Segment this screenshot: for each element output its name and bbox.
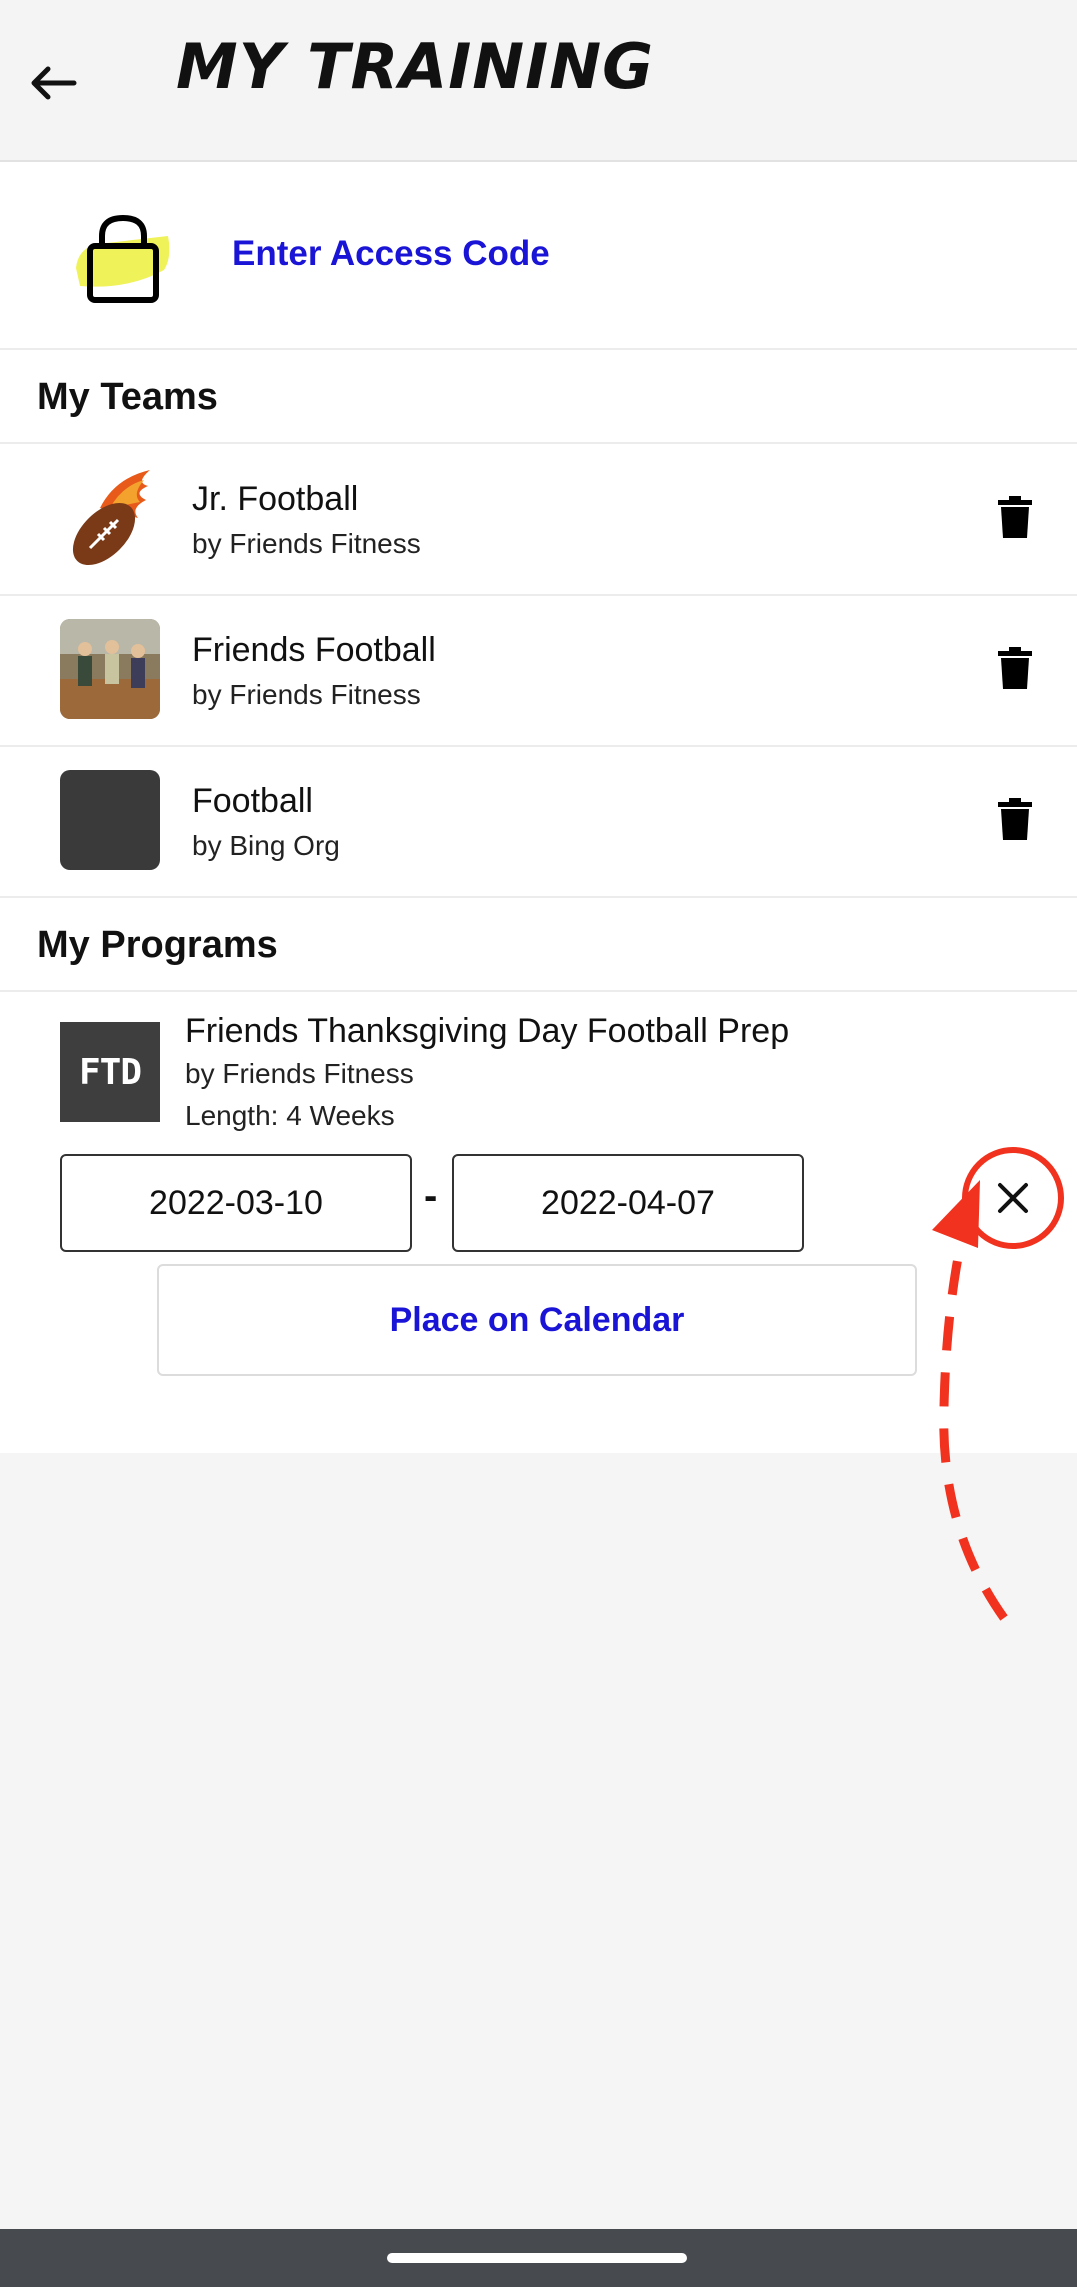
date-separator: - [424,1174,438,1218]
my-teams-title: My Teams [37,376,218,418]
arrow-left-icon [31,66,77,100]
team-name: Friends Football [192,631,436,669]
team-name: Jr. Football [192,480,359,518]
team-row[interactable]: Friends Football by Friends Fitness [0,595,1077,747]
close-icon [962,1147,1064,1249]
delete-team-button[interactable] [998,798,1032,840]
home-indicator[interactable] [387,2253,687,2263]
remove-program-button[interactable] [961,1146,1065,1250]
top-app-bar: MY TRAINING [0,0,1077,162]
back-button[interactable] [22,52,84,114]
team-row[interactable]: Football by Bing Org [0,746,1077,898]
delete-team-button[interactable] [998,647,1032,689]
team-org: by Friends Fitness [192,528,421,559]
program-org: by Friends Fitness [185,1058,414,1089]
program-title[interactable]: Friends Thanksgiving Day Football Prep [185,1012,789,1051]
delete-team-button[interactable] [998,496,1032,538]
team-org: by Bing Org [192,830,340,861]
team-photo-image [60,619,160,719]
flaming-football-image [60,468,160,568]
team-name: Football [192,782,313,820]
program-length: Length: 4 Weeks [185,1100,395,1131]
end-date-field[interactable]: 2022-04-07 [452,1154,804,1252]
my-teams-header: My Teams [0,350,1077,444]
team-row[interactable]: Jr. Football by Friends Fitness [0,444,1077,596]
system-nav-bar [0,2229,1077,2287]
lock-icon [76,214,170,303]
team-org: by Friends Fitness [192,679,421,710]
program-item: FTD Friends Thanksgiving Day Football Pr… [0,994,1077,1452]
enter-access-code-label: Enter Access Code [232,234,550,273]
page-title: MY TRAINING [176,30,654,103]
my-programs-header: My Programs [0,898,1077,992]
program-thumbnail: FTD [60,1022,160,1122]
main-content: Enter Access Code My Teams Jr. Football … [0,162,1077,1453]
my-programs-title: My Programs [37,924,278,966]
place-on-calendar-button[interactable]: Place on Calendar [157,1264,917,1376]
start-date-field[interactable]: 2022-03-10 [60,1154,412,1252]
enter-access-code-row[interactable]: Enter Access Code [0,162,1077,350]
placeholder-dark-image [60,770,160,870]
